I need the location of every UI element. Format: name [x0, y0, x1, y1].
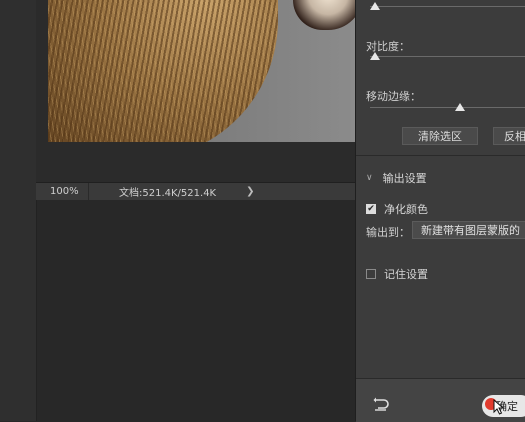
chevron-down-icon[interactable]: ∨	[366, 173, 373, 183]
canvas-area: 100% 文档:521.4K/521.4K ❯	[0, 0, 356, 421]
section-divider	[356, 155, 525, 156]
slider-thumb[interactable]	[370, 52, 380, 60]
remember-settings-row[interactable]: 记住设置	[366, 266, 428, 282]
slider-thumb[interactable]	[370, 2, 380, 10]
shift-edge-label: 移动边缘：	[366, 90, 421, 103]
zoom-level[interactable]: 100%	[36, 186, 88, 197]
invert-button[interactable]: 反相	[493, 127, 525, 145]
lion-mouth	[293, 0, 355, 30]
chevron-right-icon[interactable]: ❯	[246, 186, 254, 197]
output-settings-header[interactable]: ∨ 输出设置	[366, 170, 427, 186]
lion-image[interactable]	[48, 0, 355, 142]
output-to-value: 新建带有图层蒙版的	[421, 224, 520, 237]
slider-track	[370, 107, 525, 108]
slider-track	[370, 6, 525, 7]
decontaminate-label: 净化颜色	[384, 203, 428, 216]
decontaminate-checkbox[interactable]: ✔	[366, 204, 376, 214]
lion-mane	[48, 0, 278, 142]
remember-settings-label: 记住设置	[384, 268, 428, 281]
slider-thumb[interactable]	[454, 103, 465, 111]
status-bar: 100% 文档:521.4K/521.4K ❯	[36, 182, 355, 200]
panel-footer: 确定	[356, 378, 525, 422]
left-toolbar-strip	[0, 0, 37, 421]
output-settings-title: 输出设置	[382, 172, 427, 185]
status-divider	[88, 183, 89, 200]
reset-icon[interactable]	[373, 397, 389, 411]
decontaminate-row[interactable]: ✔ 净化颜色	[366, 201, 428, 217]
mouse-cursor-icon	[493, 399, 505, 415]
contrast-slider[interactable]	[370, 52, 525, 62]
output-to-select[interactable]: 新建带有图层蒙版的	[412, 221, 525, 239]
top-slider[interactable]	[370, 2, 525, 12]
select-and-mask-panel: 对比度： 移动边缘： 清除选区 反相 ∨ 输出设置 ✔ 净化颜色 输出到： 新建…	[355, 0, 525, 422]
shift-edge-slider[interactable]	[370, 103, 525, 113]
slider-track	[370, 56, 525, 57]
document-info: 文档:521.4K/521.4K	[119, 188, 217, 199]
remember-settings-checkbox[interactable]	[366, 269, 376, 279]
clear-selection-button[interactable]: 清除选区	[402, 127, 478, 145]
output-to-label: 输出到：	[366, 226, 410, 239]
